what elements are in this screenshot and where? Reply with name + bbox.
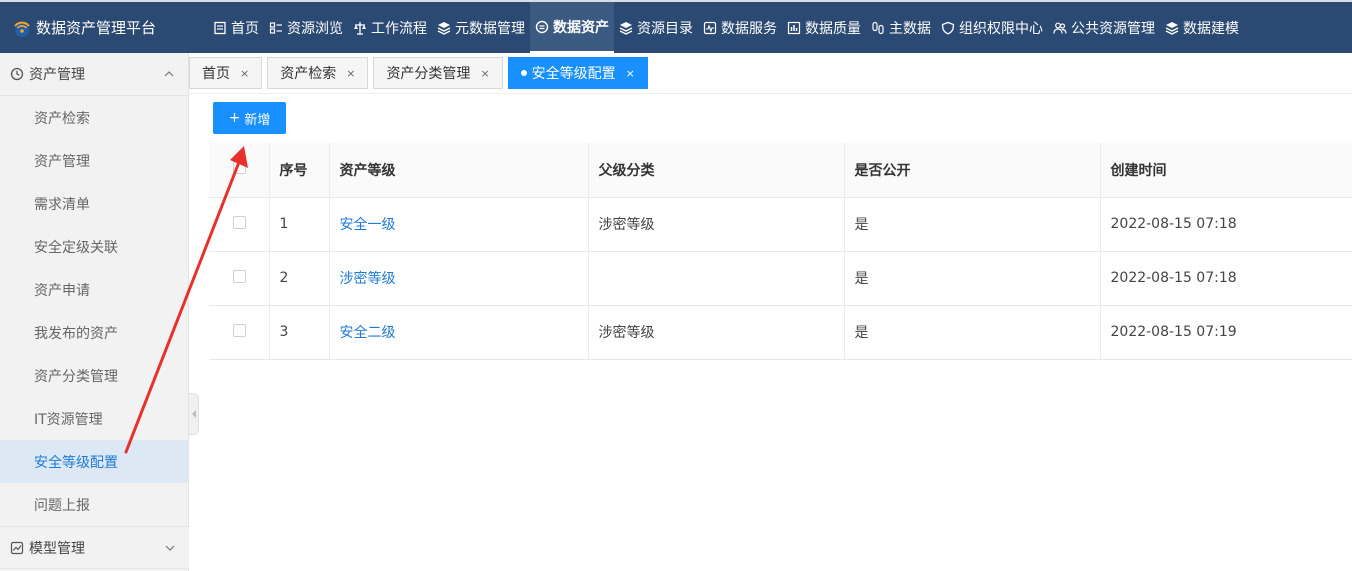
layers-icon [1165,21,1179,35]
sidebar-item-it-resource[interactable]: IT资源管理 [0,397,188,440]
chevron-down-icon [165,545,175,551]
tab-bar: 首页 × 资产检索 × 资产分类管理 × 安全等级配置 × [189,53,1352,94]
nav-item-workflow[interactable]: 工作流程 [348,2,432,53]
cell-level-link[interactable]: 涉密等级 [329,251,589,306]
database-icon [535,20,549,33]
balance-icon [354,21,366,35]
header-level: 资产等级 [329,143,589,198]
nav-item-master-data[interactable]: 主数据 [866,2,936,53]
tab-asset-search[interactable]: 资产检索 × [267,57,369,89]
cell-no: 2 [269,251,330,306]
app-title: 数据资产管理平台 [36,19,157,37]
row-checkbox[interactable] [233,323,246,337]
brand: 数据资产管理平台 [0,17,200,38]
nav-item-metadata[interactable]: 元数据管理 [432,2,530,53]
sidebar-item-security-grading-link[interactable]: 安全定级关联 [0,225,188,268]
select-all-cell [209,143,270,198]
sidebar-group-model-management[interactable]: 模型管理 [0,526,189,569]
nav-item-resource-catalog[interactable]: 资源目录 [614,2,698,53]
sidebar-group-label: 模型管理 [29,540,85,557]
users-icon [1053,22,1067,34]
cell-no: 1 [269,197,330,252]
sidebar-item-security-level-config[interactable]: 安全等级配置 [0,440,188,483]
cell-created-time: 2022-08-15 07:18 [1100,197,1352,252]
cell-created-time: 2022-08-15 07:18 [1100,251,1352,306]
main-nav: 首页 资源浏览 工作流程 元数据管理 数据资产 资源目录 数据服务 数据质量 主… [208,2,1244,53]
pulse-icon [703,21,717,34]
table-header-row: 序号 资产等级 父级分类 是否公开 创建时间 [209,143,1352,198]
sidebar-item-asset-application[interactable]: 资产申请 [0,268,188,311]
plus-icon: + [228,110,241,126]
close-icon[interactable]: × [240,67,249,80]
cell-parent: 涉密等级 [588,305,845,360]
bar-chart-icon [787,21,801,34]
sidebar-item-demand-list[interactable]: 需求清单 [0,182,188,225]
table-row: 3 安全二级 涉密等级 是 2022-08-15 07:19 [209,305,1352,360]
nav-item-data-quality[interactable]: 数据质量 [782,2,866,53]
sidebar: 资产管理 资产检索 资产管理 需求清单 安全定级关联 资产申请 我发布的资产 资… [0,53,189,571]
cell-public: 是 [844,251,1101,306]
nav-item-data-assets[interactable]: 数据资产 [530,2,614,53]
sidebar-group-label: 资产管理 [29,67,85,83]
row-checkbox[interactable] [233,215,246,229]
tab-asset-category[interactable]: 资产分类管理 × [373,57,503,89]
sidebar-item-asset-management[interactable]: 资产管理 [0,139,188,182]
row-checkbox[interactable] [233,269,246,283]
header-parent: 父级分类 [588,143,845,198]
add-button[interactable]: + 新增 [213,102,286,134]
close-icon[interactable]: × [626,67,635,80]
clock-icon [10,67,24,81]
cell-public: 是 [844,197,1101,252]
cell-parent [588,251,845,306]
layers-icon [437,21,451,35]
nav-item-public-resource[interactable]: 公共资源管理 [1048,2,1160,53]
doc-icon [214,21,226,34]
chart-icon [10,541,24,554]
tab-security-level-config[interactable]: 安全等级配置 × [507,57,648,89]
nav-item-home[interactable]: 首页 [208,2,264,53]
close-icon[interactable]: × [480,67,489,80]
link-icon [872,21,884,34]
list-icon [269,21,282,34]
cell-public: 是 [844,305,1101,360]
close-icon[interactable]: × [346,67,355,80]
shield-icon [941,21,955,35]
header-created-time: 创建时间 [1100,143,1352,198]
header-public: 是否公开 [844,143,1101,198]
sidebar-item-asset-category[interactable]: 资产分类管理 [0,354,188,397]
sidebar-item-asset-search[interactable]: 资产检索 [0,96,188,139]
sidebar-collapse-handle[interactable] [189,393,199,435]
nav-item-org-permission[interactable]: 组织权限中心 [936,2,1048,53]
layers-icon [619,21,633,35]
chevron-up-icon [164,71,174,77]
select-all-checkbox[interactable] [233,161,246,175]
sidebar-item-issue-report[interactable]: 问题上报 [0,483,188,526]
table-row: 1 安全一级 涉密等级 是 2022-08-15 07:18 [209,197,1352,252]
table-row: 2 涉密等级 是 2022-08-15 07:18 [209,251,1352,306]
sidebar-group-asset-management[interactable]: 资产管理 [0,53,188,96]
nav-item-resource-browse[interactable]: 资源浏览 [264,2,348,53]
nav-item-data-service[interactable]: 数据服务 [698,2,782,53]
top-navigation-bar: 数据资产管理平台 首页 资源浏览 工作流程 元数据管理 数据资产 资源目录 数据… [0,0,1352,53]
header-no: 序号 [269,143,330,198]
cell-level-link[interactable]: 安全二级 [329,305,589,360]
tab-home[interactable]: 首页 × [189,57,263,89]
nav-item-data-modeling[interactable]: 数据建模 [1160,2,1244,53]
cell-created-time: 2022-08-15 07:19 [1100,305,1352,360]
cell-parent: 涉密等级 [588,197,845,252]
cell-no: 3 [269,305,330,360]
chevron-left-icon [191,410,196,418]
cell-level-link[interactable]: 安全一级 [329,197,589,252]
logo-icon [14,21,30,37]
active-dot-icon [520,70,527,76]
security-level-table: 序号 资产等级 父级分类 是否公开 创建时间 1 安全一级 涉密等级 是 202… [209,143,1352,360]
sidebar-item-my-published-assets[interactable]: 我发布的资产 [0,311,188,354]
